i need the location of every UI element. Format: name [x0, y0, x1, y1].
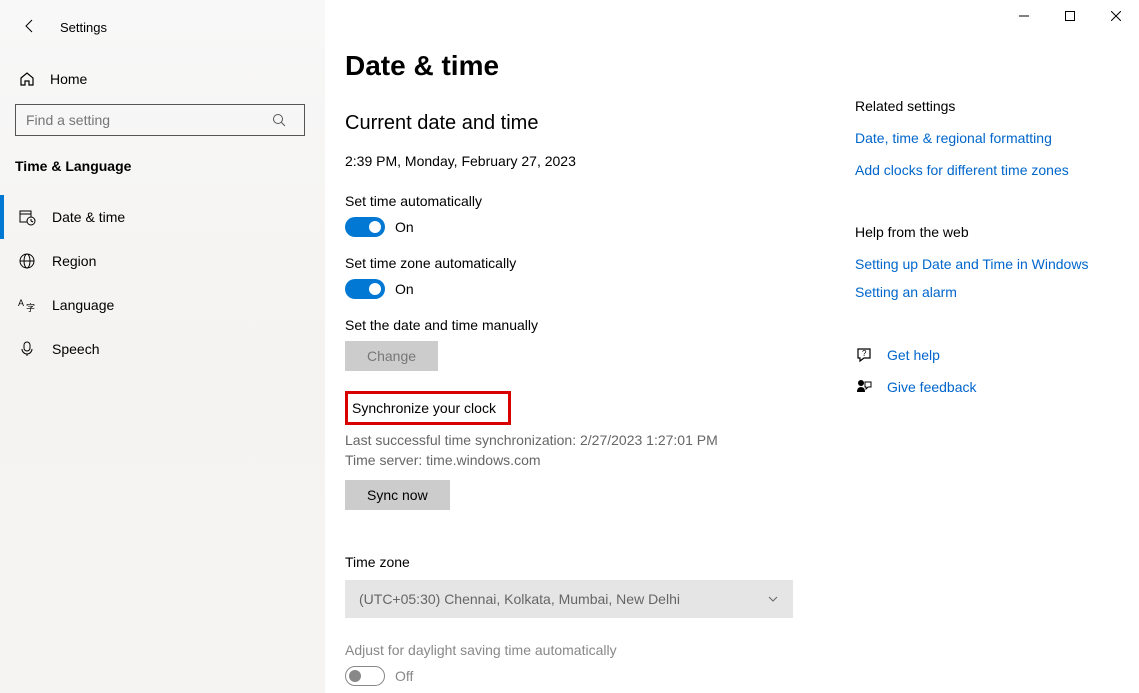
close-button[interactable]	[1093, 0, 1139, 32]
back-button[interactable]	[22, 18, 38, 34]
sync-now-button[interactable]: Sync now	[345, 480, 450, 510]
set-time-auto-state: On	[395, 219, 414, 235]
link-help-alarm[interactable]: Setting an alarm	[855, 284, 1139, 300]
window-title: Settings	[60, 20, 107, 35]
maximize-button[interactable]	[1047, 0, 1093, 32]
svg-text:字: 字	[26, 302, 35, 313]
nav-item-region[interactable]: Region	[0, 239, 325, 283]
link-help-datetime[interactable]: Setting up Date and Time in Windows	[855, 256, 1139, 272]
nav-item-date-time[interactable]: Date & time	[0, 195, 325, 239]
link-add-clocks[interactable]: Add clocks for different time zones	[855, 162, 1139, 178]
timezone-label: Time zone	[345, 554, 855, 570]
sync-last-text: Last successful time synchronization: 2/…	[345, 431, 855, 451]
timezone-value: (UTC+05:30) Chennai, Kolkata, Mumbai, Ne…	[359, 591, 680, 607]
set-time-auto-toggle[interactable]	[345, 217, 385, 237]
get-help-row[interactable]: ? Get help	[855, 346, 1139, 364]
current-datetime-value: 2:39 PM, Monday, February 27, 2023	[345, 153, 855, 169]
sync-clock-heading: Synchronize your clock	[345, 391, 511, 425]
nav-label: Language	[52, 297, 114, 313]
dst-label: Adjust for daylight saving time automati…	[345, 642, 855, 658]
search-input[interactable]	[16, 112, 272, 128]
change-button: Change	[345, 341, 438, 371]
home-label: Home	[50, 71, 87, 87]
help-web-heading: Help from the web	[855, 224, 1139, 240]
dst-state: Off	[395, 668, 413, 684]
set-zone-auto-label: Set time zone automatically	[345, 255, 855, 271]
give-feedback-row[interactable]: Give feedback	[855, 378, 1139, 396]
sidebar: Settings Home Time & Language Date & tim…	[0, 0, 325, 693]
svg-text:A: A	[18, 298, 24, 308]
set-time-auto-label: Set time automatically	[345, 193, 855, 209]
sync-server-text: Time server: time.windows.com	[345, 451, 855, 471]
globe-icon	[18, 252, 36, 270]
chevron-down-icon	[767, 593, 779, 605]
microphone-icon	[18, 340, 36, 358]
feedback-icon	[855, 378, 873, 396]
set-zone-auto-toggle[interactable]	[345, 279, 385, 299]
nav-item-language[interactable]: A字 Language	[0, 283, 325, 327]
dst-toggle	[345, 666, 385, 686]
language-icon: A字	[18, 296, 36, 314]
nav-label: Region	[52, 253, 96, 269]
nav-label: Date & time	[52, 209, 125, 225]
right-pane: Related settings Date, time & regional f…	[855, 50, 1139, 693]
give-feedback-link[interactable]: Give feedback	[887, 379, 977, 395]
timezone-dropdown: (UTC+05:30) Chennai, Kolkata, Mumbai, Ne…	[345, 580, 793, 618]
nav-item-speech[interactable]: Speech	[0, 327, 325, 371]
calendar-clock-icon	[18, 208, 36, 226]
link-regional-formatting[interactable]: Date, time & regional formatting	[855, 130, 1139, 146]
home-nav[interactable]: Home	[0, 62, 305, 96]
search-icon	[272, 113, 304, 127]
search-box[interactable]	[15, 104, 305, 136]
manual-datetime-label: Set the date and time manually	[345, 317, 855, 333]
page-title: Date & time	[345, 50, 855, 82]
window-controls	[1001, 0, 1139, 32]
minimize-button[interactable]	[1001, 0, 1047, 32]
category-heading: Time & Language	[15, 158, 131, 174]
nav-list: Date & time Region A字 Language Speech	[0, 195, 325, 371]
help-chat-icon: ?	[855, 346, 873, 364]
current-datetime-heading: Current date and time	[345, 112, 855, 135]
nav-label: Speech	[52, 341, 99, 357]
set-zone-auto-state: On	[395, 281, 414, 297]
home-icon	[18, 70, 36, 88]
main-content: Date & time Current date and time 2:39 P…	[325, 0, 1139, 693]
related-settings-heading: Related settings	[855, 98, 1139, 114]
get-help-link[interactable]: Get help	[887, 347, 940, 363]
svg-text:?: ?	[862, 349, 867, 358]
